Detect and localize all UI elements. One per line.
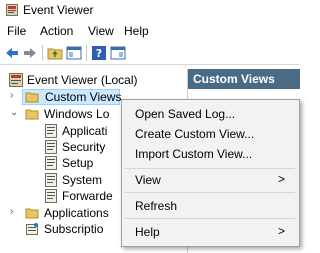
event-viewer-icon: [6, 4, 18, 16]
menu-separator: [125, 218, 295, 219]
menu-item-label: Help: [135, 225, 160, 239]
toolbar-separator: [42, 45, 43, 61]
menu-help[interactable]: Help: [124, 24, 149, 38]
menu-separator: [125, 168, 295, 169]
tree-label-windows-logs: Windows Lo: [44, 107, 110, 121]
tree-node-custom-views-icons: ›: [0, 89, 40, 105]
window-title: Event Viewer: [23, 3, 94, 17]
folder-icon: [25, 92, 39, 103]
menu-item-create-custom-view[interactable]: Create Custom View...: [122, 124, 299, 144]
menu-item-refresh[interactable]: Refresh: [122, 196, 299, 216]
chevron-down-icon[interactable]: ⌄: [10, 107, 20, 121]
forward-arrow-icon[interactable]: [22, 45, 38, 61]
tree-label-root: Event Viewer (Local): [27, 73, 138, 87]
menu-item-label: Create Custom View...: [135, 127, 255, 141]
show-hide-tree-icon[interactable]: [66, 45, 82, 61]
tree-label-system: System: [62, 173, 103, 187]
tree-label-custom-views: Custom Views: [45, 90, 122, 104]
menu-separator: [125, 192, 295, 193]
back-arrow-icon[interactable]: [4, 45, 20, 61]
menu-item-import-custom-view[interactable]: Import Custom View...: [122, 144, 299, 164]
log-icon: [45, 173, 57, 187]
log-icon: [45, 124, 57, 138]
menu-item-help[interactable]: Help >: [122, 222, 299, 242]
menu-view[interactable]: View: [88, 24, 114, 38]
menu-item-view[interactable]: View >: [122, 170, 299, 190]
subscriptions-icon: [26, 223, 38, 235]
submenu-arrow-icon: >: [277, 172, 285, 186]
custom-views-header: Custom Views: [188, 69, 300, 89]
tree-label-security: Security: [62, 140, 106, 154]
properties-pane-icon[interactable]: [110, 45, 126, 61]
menu-action[interactable]: Action: [40, 24, 73, 38]
menu-item-label: Refresh: [135, 199, 178, 213]
up-folder-icon[interactable]: [47, 45, 63, 61]
svg-text:?: ?: [96, 47, 102, 60]
tree-label-subscriptions: Subscriptio: [44, 222, 104, 236]
help-icon[interactable]: ?: [91, 45, 107, 61]
log-icon: [45, 140, 57, 154]
tree-node-root[interactable]: Event Viewer (Local): [0, 72, 187, 88]
tree-label-applications: Applications: [44, 206, 109, 220]
custom-views-header-title: Custom Views: [193, 72, 275, 86]
tree-label-forwarded: Forwarde: [62, 189, 113, 203]
menu-bar: File Action View Help: [0, 22, 300, 40]
menu-item-open-saved-log[interactable]: Open Saved Log...: [122, 104, 299, 124]
tree-label-application: Applicati: [62, 124, 108, 138]
menu-item-label: View: [135, 173, 161, 187]
folder-icon: [25, 109, 39, 120]
toolbar-separator: [86, 45, 87, 61]
menu-file[interactable]: File: [7, 24, 26, 38]
title-bar: Event Viewer: [0, 0, 300, 20]
menu-item-label: Open Saved Log...: [135, 107, 236, 121]
chevron-right-icon[interactable]: ›: [10, 90, 20, 104]
submenu-arrow-icon: >: [277, 224, 285, 238]
context-menu: Open Saved Log... Create Custom View... …: [121, 99, 300, 247]
chevron-right-icon[interactable]: ›: [10, 206, 20, 220]
menu-item-label: Import Custom View...: [135, 147, 253, 161]
event-viewer-icon: [9, 73, 23, 87]
folder-icon: [25, 208, 39, 219]
tree-label-setup: Setup: [62, 156, 94, 170]
log-icon: [45, 156, 57, 170]
log-icon: [45, 189, 57, 203]
toolbar: ?: [0, 42, 300, 65]
